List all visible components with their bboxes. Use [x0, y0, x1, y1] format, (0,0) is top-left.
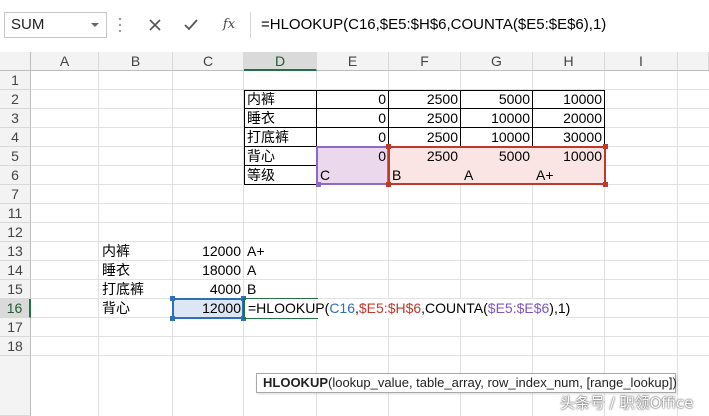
cell-h5[interactable]: 10000 — [533, 147, 604, 166]
cell-d14[interactable]: A — [244, 261, 316, 280]
row-header-17[interactable]: 17 — [0, 318, 31, 337]
drag-handle-icon[interactable] — [118, 16, 122, 34]
cell-d16-editor[interactable]: =HLOOKUP(C16,$E5:$H$6,COUNTA($E5:$E$6),1… — [246, 299, 570, 318]
tooltip-args: (lookup_value, table_array, row_index_nu… — [328, 375, 677, 390]
cell-c14[interactable]: 18000 — [173, 261, 243, 280]
cell-b15[interactable]: 打底裤 — [99, 280, 172, 299]
cell-g2[interactable]: 5000 — [461, 90, 532, 109]
row-header-15[interactable]: 15 — [0, 280, 31, 299]
formula-input[interactable]: =HLOOKUP(C16,$E5:$H$6,COUNTA($E5:$E$6),1… — [250, 12, 709, 38]
cell-c13[interactable]: 12000 — [173, 242, 243, 261]
cell-d4[interactable]: 打底裤 — [244, 128, 316, 147]
row-header-18[interactable]: 18 — [0, 337, 31, 356]
edit-arg-counta: $E5:$E$6 — [487, 300, 550, 316]
row-header-14[interactable]: 14 — [0, 261, 31, 280]
row-header-11[interactable]: 11 — [0, 204, 31, 223]
edit-arg-c16: C16 — [329, 300, 355, 316]
cell-e2[interactable]: 0 — [317, 90, 388, 109]
cell-h6[interactable]: A+ — [533, 166, 604, 185]
cell-e6[interactable]: C — [317, 166, 388, 185]
column-header-e[interactable]: E — [317, 52, 389, 71]
cell-e5[interactable]: 0 — [317, 147, 388, 166]
chevron-down-icon[interactable] — [90, 20, 100, 30]
row-header-3[interactable]: 3 — [0, 109, 31, 128]
cell-d5[interactable]: 背心 — [244, 147, 316, 166]
row-header-4[interactable]: 4 — [0, 128, 31, 147]
column-header-d[interactable]: D — [244, 52, 317, 71]
watermark: 头条号 / 职领Office — [560, 394, 694, 412]
cell-d13[interactable]: A+ — [244, 242, 316, 261]
column-header-f[interactable]: F — [389, 52, 461, 71]
spreadsheet-grid: A B C D E F G H I 1 2 3 4 5 6 7 11 12 13… — [0, 52, 709, 416]
cell-g3[interactable]: 10000 — [461, 109, 532, 128]
enter-check-icon[interactable] — [180, 14, 202, 36]
cell-d15[interactable]: B — [244, 280, 316, 299]
row-header-13[interactable]: 13 — [0, 242, 31, 261]
cell-e3[interactable]: 0 — [317, 109, 388, 128]
select-all-corner[interactable] — [0, 52, 31, 71]
cell-f6[interactable]: B — [389, 166, 460, 185]
cell-h2[interactable]: 10000 — [533, 90, 604, 109]
cancel-icon[interactable] — [144, 14, 166, 36]
cell-f3[interactable]: 2500 — [389, 109, 460, 128]
row-header-2[interactable]: 2 — [0, 90, 31, 109]
column-header-j[interactable] — [678, 52, 709, 71]
column-header-c[interactable]: C — [173, 52, 244, 71]
row-header-12[interactable]: 12 — [0, 223, 31, 242]
row-header-1[interactable]: 1 — [0, 71, 31, 90]
cell-d3[interactable]: 睡衣 — [244, 109, 316, 128]
column-header-a[interactable]: A — [31, 52, 99, 71]
cell-b14[interactable]: 睡衣 — [99, 261, 172, 280]
column-header-b[interactable]: B — [99, 52, 173, 71]
cell-h4[interactable]: 30000 — [533, 128, 604, 147]
row-header-empty — [0, 356, 31, 416]
row-header-5[interactable]: 5 — [0, 147, 31, 166]
cell-g6[interactable]: A — [461, 166, 532, 185]
edit-tail: ),1) — [549, 300, 571, 316]
cell-f4[interactable]: 2500 — [389, 128, 460, 147]
cell-b13[interactable]: 内裤 — [99, 242, 172, 261]
column-header-g[interactable]: G — [461, 52, 533, 71]
row-header-7[interactable]: 7 — [0, 185, 31, 204]
edit-func: =HLOOKUP( — [248, 300, 330, 316]
edit-mid: ,COUNTA( — [421, 300, 488, 316]
cell-f5[interactable]: 2500 — [389, 147, 460, 166]
edit-arg-table: $E5:$H$6 — [358, 300, 422, 316]
cell-d6[interactable]: 等级 — [244, 166, 316, 185]
column-header-h[interactable]: H — [533, 52, 605, 71]
function-tooltip[interactable]: HLOOKUP(lookup_value, table_array, row_i… — [256, 373, 677, 393]
row-header-6[interactable]: 6 — [0, 166, 31, 185]
cell-c15[interactable]: 4000 — [173, 280, 243, 299]
cell-g4[interactable]: 10000 — [461, 128, 532, 147]
cell-h3[interactable]: 20000 — [533, 109, 604, 128]
insert-function-button[interactable]: fx — [216, 14, 242, 36]
cell-e4[interactable]: 0 — [317, 128, 388, 147]
tooltip-function-name[interactable]: HLOOKUP — [263, 375, 328, 390]
cell-g5[interactable]: 5000 — [461, 147, 532, 166]
cell-c16[interactable]: 12000 — [173, 299, 243, 318]
cell-d2[interactable]: 内裤 — [244, 90, 316, 109]
cell-b16[interactable]: 背心 — [99, 299, 172, 318]
column-header-i[interactable]: I — [605, 52, 678, 71]
cell-f2[interactable]: 2500 — [389, 90, 460, 109]
row-header-16[interactable]: 16 — [0, 299, 31, 318]
